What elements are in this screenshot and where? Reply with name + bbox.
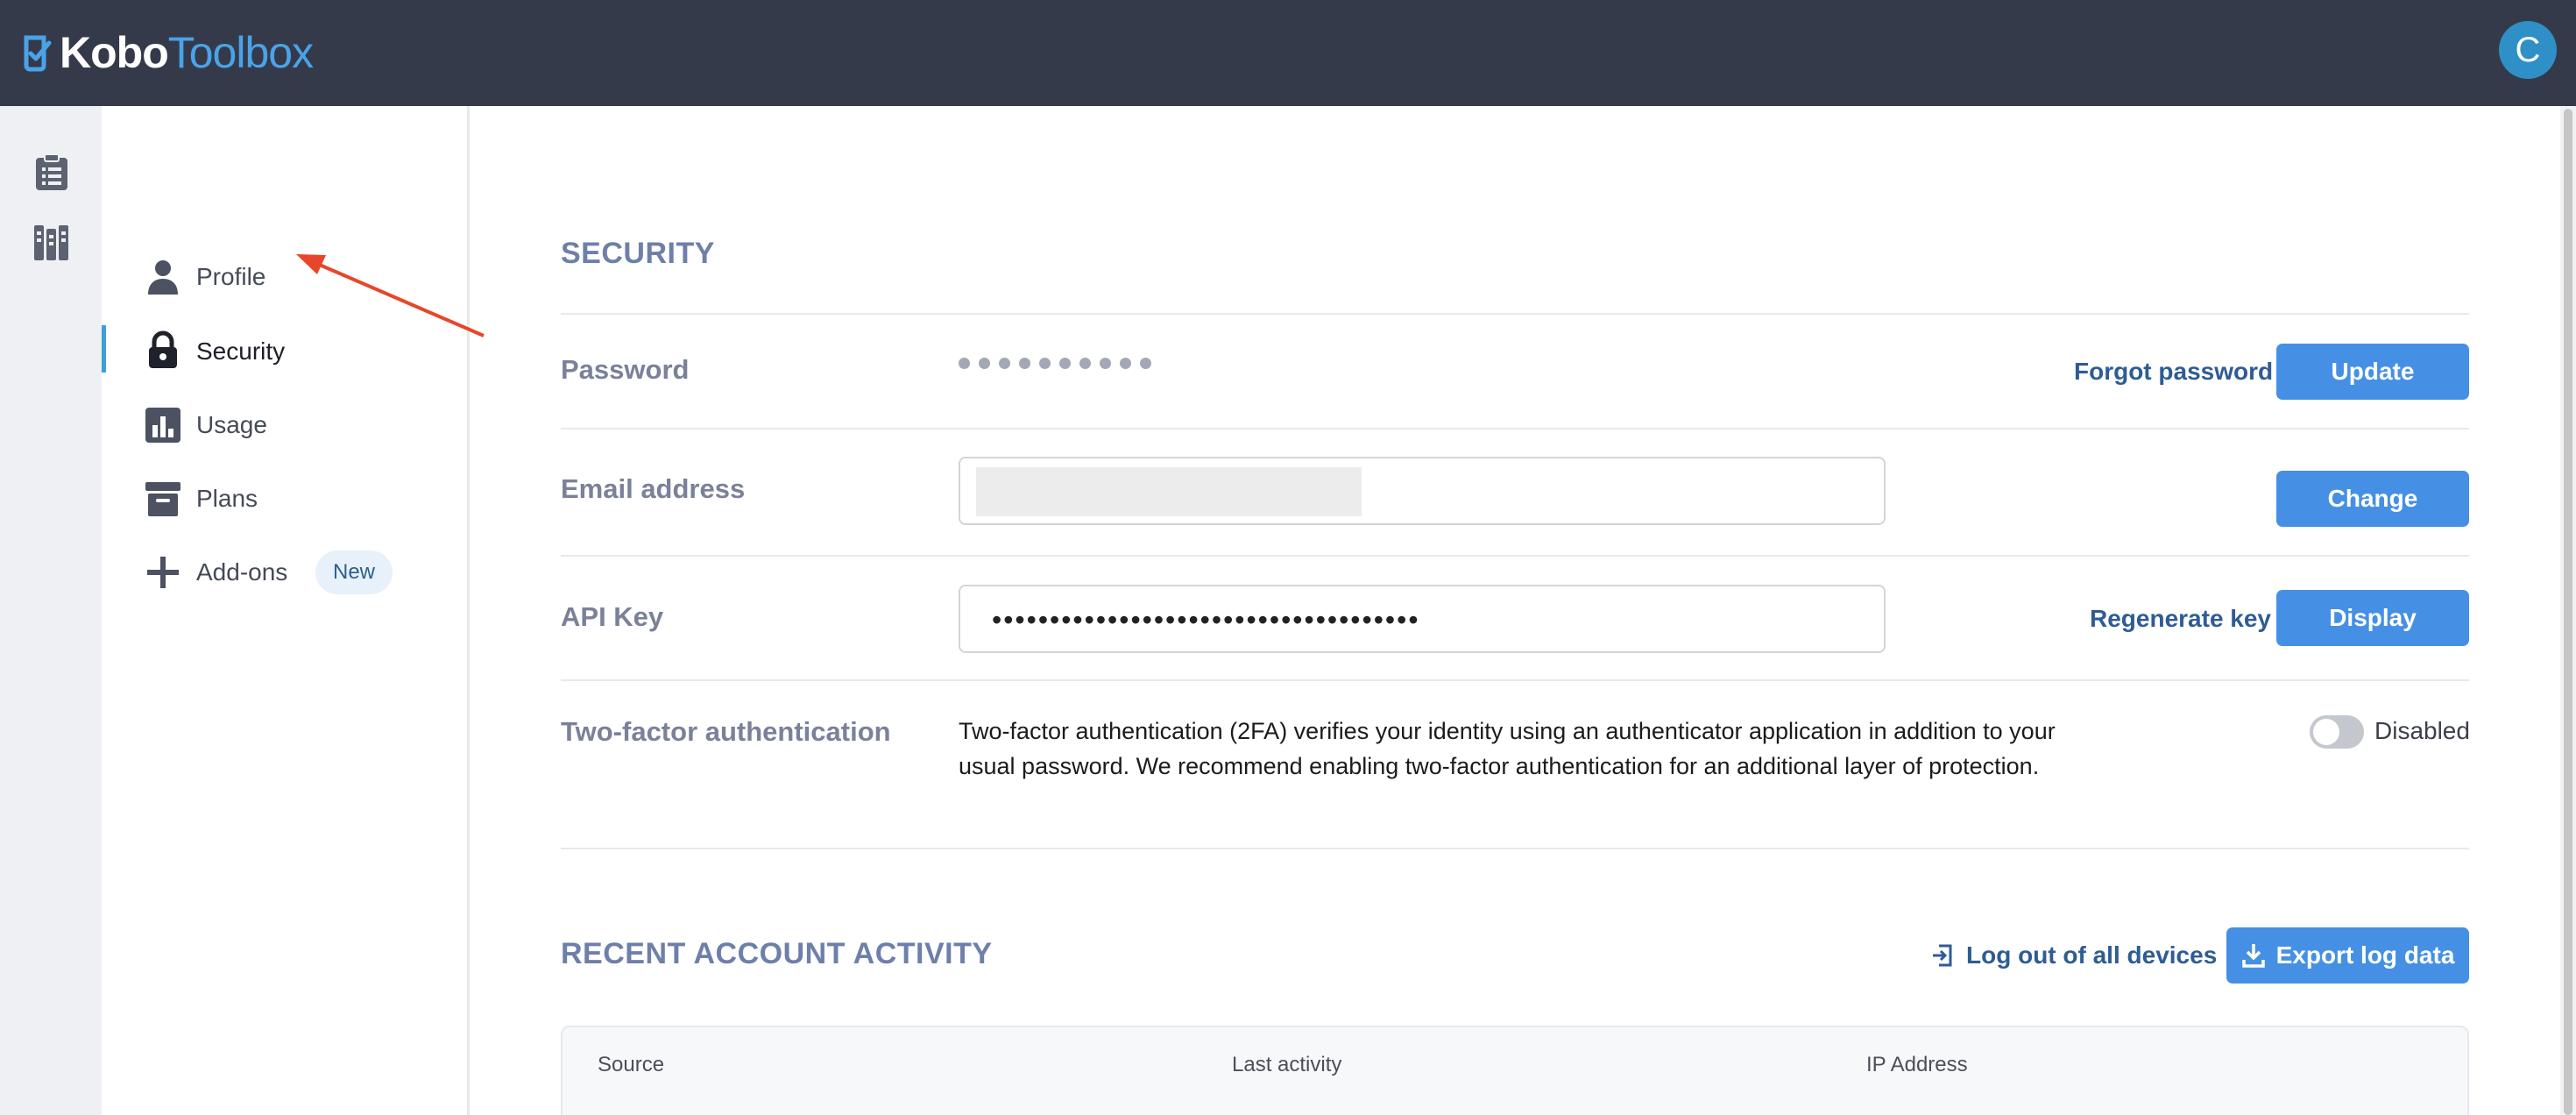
kobotoolbox-logo[interactable]: KoboToolbox [21, 25, 314, 81]
export-log-data-label: Export log data [2275, 941, 2455, 969]
logo-text-toolbox: Toolbox [167, 28, 314, 77]
password-masked-value [959, 358, 1151, 369]
lock-icon [149, 330, 177, 368]
divider [561, 848, 2469, 849]
two-factor-toggle[interactable] [2310, 715, 2364, 749]
column-header-last-activity: Last activity [1232, 1053, 1342, 1076]
display-api-key-button[interactable]: Display [2276, 590, 2469, 646]
divider [561, 313, 2469, 315]
sidebar-item-profile[interactable]: Profile [102, 242, 470, 312]
column-header-ip-address: IP Address [1866, 1053, 1968, 1076]
log-out-all-devices-link[interactable]: Log out of all devices [1931, 941, 2217, 969]
log-out-all-devices-label: Log out of all devices [1966, 941, 2218, 969]
regenerate-key-link[interactable]: Regenerate key [2090, 605, 2271, 633]
sidebar-item-label: Security [196, 337, 286, 365]
top-bar: KoboToolbox C [0, 0, 2576, 106]
activity-section-title: RECENT ACCOUNT ACTIVITY [561, 937, 993, 970]
sidebar-item-label: Add-ons [196, 558, 288, 586]
logo-mark-icon [24, 35, 52, 72]
logo-text-kobo: Kobo [60, 28, 169, 77]
logout-icon [1933, 944, 1952, 967]
divider [561, 428, 2469, 430]
sidebar-item-usage[interactable]: Usage [102, 390, 470, 460]
scrollbar-thumb[interactable] [2564, 109, 2572, 1115]
email-label: Email address [561, 473, 746, 504]
account-sidebar: Profile Security Usage Plans Add-ons New [102, 106, 470, 1115]
api-key-field[interactable]: ••••••••••••••••••••••••••••••••••••• [959, 585, 1886, 653]
sidebar-item-plans[interactable]: Plans [102, 464, 470, 534]
divider [561, 679, 2469, 681]
toggle-knob [2313, 719, 2339, 745]
update-password-button[interactable]: Update [2276, 344, 2469, 400]
change-email-button[interactable]: Change [2276, 471, 2469, 527]
forgot-password-link[interactable]: Forgot password [2074, 358, 2273, 386]
api-key-masked-value: ••••••••••••••••••••••••••••••••••••• [992, 604, 1420, 636]
redacted-email-value [976, 467, 1362, 516]
left-rail [0, 106, 102, 1115]
sidebar-item-add-ons[interactable]: Add-ons New [102, 537, 470, 607]
user-icon [148, 260, 178, 295]
plus-icon [147, 557, 179, 588]
sidebar-item-label: Profile [196, 263, 266, 290]
download-icon [2241, 944, 2265, 968]
api-key-label: API Key [561, 601, 664, 632]
two-factor-description: Two-factor authentication (2FA) verifies… [959, 718, 2056, 779]
export-log-data-button[interactable]: Export log data [2226, 927, 2469, 984]
security-section-title: SECURITY [561, 237, 715, 270]
sidebar-item-label: Plans [196, 485, 258, 512]
two-factor-status: Disabled [2374, 717, 2470, 744]
archive-icon [145, 482, 180, 516]
account-avatar[interactable]: C [2499, 21, 2557, 79]
two-factor-label: Two-factor authentication [561, 716, 891, 747]
column-header-source: Source [598, 1053, 665, 1076]
divider [561, 555, 2469, 557]
activity-table-header [561, 1026, 2469, 1115]
new-badge: New [315, 550, 393, 594]
sidebar-item-security[interactable]: Security [102, 316, 470, 387]
password-label: Password [561, 354, 690, 385]
email-field[interactable] [959, 457, 1886, 525]
library-books-icon[interactable] [33, 224, 70, 262]
sidebar-item-label: Usage [196, 411, 267, 438]
clipboard-list-icon[interactable] [33, 153, 70, 192]
bar-chart-icon [145, 408, 180, 443]
